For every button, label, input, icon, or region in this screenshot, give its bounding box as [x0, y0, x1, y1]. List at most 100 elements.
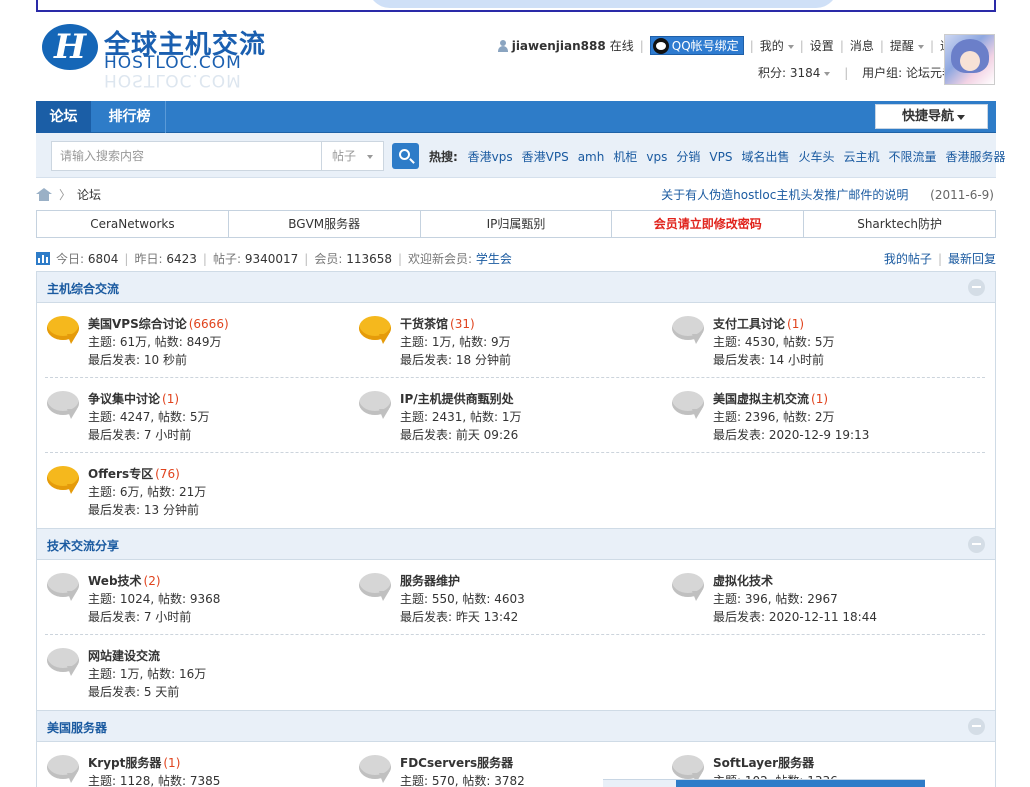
no-new-posts-bubble-icon[interactable] — [359, 573, 391, 601]
top-banner[interactable] — [36, 0, 996, 12]
forum-last-post[interactable]: 最后发表: 7 小时前 — [88, 608, 220, 626]
sponsor-link[interactable]: Sharktech防护 — [804, 211, 995, 237]
hot-search-keyword[interactable]: 香港服务器 — [946, 150, 1006, 164]
settings-link[interactable]: 设置 — [810, 37, 834, 54]
alerts-label: 提醒 — [889, 39, 914, 53]
no-new-posts-bubble-icon[interactable] — [47, 391, 79, 419]
forum-last-post[interactable]: 最后发表: 10 秒前 — [88, 351, 229, 369]
forum-name-link[interactable]: Offers专区 — [88, 467, 153, 481]
search-type-select[interactable]: 帖子 — [321, 141, 384, 171]
newest-member-link[interactable]: 学生会 — [476, 250, 512, 267]
nav-tab-ranking[interactable]: 排行榜 — [94, 101, 166, 133]
forum-last-post[interactable]: 最后发表: 18 分钟前 — [400, 351, 511, 369]
no-new-posts-bubble-icon[interactable] — [359, 391, 391, 419]
forum-today-count: (31) — [450, 317, 475, 331]
section-title[interactable]: 技术交流分享 — [47, 537, 119, 554]
breadcrumb-current[interactable]: 论坛 — [77, 186, 101, 203]
no-new-posts-bubble-icon[interactable] — [672, 573, 704, 601]
announcement-date: (2011-6-9) — [930, 188, 994, 202]
new-posts-bubble-icon[interactable] — [47, 316, 79, 344]
no-new-posts-bubble-icon[interactable] — [47, 573, 79, 601]
alerts-menu[interactable]: 提醒 — [890, 37, 924, 54]
forum-last-post[interactable]: 最后发表: 2020-12-11 18:44 — [713, 608, 877, 626]
no-new-posts-bubble-icon[interactable] — [672, 316, 704, 344]
chevron-down-icon — [917, 44, 924, 49]
members-label: 会员: — [314, 252, 343, 266]
username-link[interactable]: jiawenjian888 — [512, 39, 606, 53]
forum-stats: 主题: 6万, 帖数: 21万 — [88, 485, 207, 499]
forum-name-link[interactable]: FDCservers服务器 — [400, 756, 513, 770]
latest-replies-link[interactable]: 最新回复 — [948, 252, 996, 266]
forum-name-link[interactable]: Web技术 — [88, 574, 142, 588]
no-new-posts-bubble-icon[interactable] — [47, 648, 79, 676]
forum-name-link[interactable]: 争议集中讨论 — [88, 392, 160, 406]
forum-last-post[interactable]: 最后发表: 2020-12-9 19:13 — [713, 426, 869, 444]
messages-link[interactable]: 消息 — [850, 37, 874, 54]
divider: | — [304, 251, 309, 266]
points-menu[interactable]: 积分: 3184 — [758, 66, 831, 80]
forum-name-link[interactable]: 支付工具讨论 — [713, 317, 785, 331]
hot-search-keyword[interactable]: 不限流量 — [888, 150, 936, 164]
forum-last-post[interactable]: 最后发表: 5 天前 — [88, 683, 206, 701]
hot-search-keyword[interactable]: amh — [578, 150, 605, 164]
search-input[interactable]: 请输入搜索内容 — [51, 141, 321, 171]
forum-last-post[interactable]: 最后发表: 7 小时前 — [88, 426, 210, 444]
forum-name-link[interactable]: IP/主机提供商甄别处 — [400, 392, 514, 406]
collapse-icon[interactable] — [968, 279, 985, 296]
forum-name-link[interactable]: 虚拟化技术 — [713, 574, 773, 588]
my-posts-link[interactable]: 我的帖子 — [884, 252, 932, 266]
home-icon[interactable] — [36, 188, 52, 201]
usergroup-label: 用户组: 论坛元老 — [862, 66, 954, 80]
quick-nav-button[interactable]: 快捷导航 — [875, 104, 988, 129]
forum-name-link[interactable]: 服务器维护 — [400, 574, 460, 588]
section-body: Web技术 (2) 主题: 1024, 帖数: 9368 最后发表: 7 小时前 服务器… — [37, 560, 995, 710]
forum-name-link[interactable]: 美国虚拟主机交流 — [713, 392, 809, 406]
collapse-icon[interactable] — [968, 718, 985, 735]
no-new-posts-bubble-icon[interactable] — [47, 755, 79, 783]
qq-bind-button[interactable]: QQ帐号绑定 — [649, 36, 744, 55]
no-new-posts-bubble-icon[interactable] — [359, 755, 391, 783]
divider: | — [124, 251, 129, 266]
today-count: 6804 — [87, 251, 119, 266]
hot-search-keyword[interactable]: 火车头 — [798, 150, 834, 164]
search-button[interactable] — [392, 143, 419, 169]
avatar[interactable] — [944, 34, 995, 85]
hot-search-keyword[interactable]: VPS — [709, 150, 732, 164]
forum-last-post[interactable]: 最后发表: 前天 09:26 — [400, 426, 522, 444]
forum-name-link[interactable]: 网站建设交流 — [88, 649, 160, 663]
banner-graphic — [368, 0, 838, 8]
hot-search-keyword[interactable]: vps — [646, 150, 667, 164]
forum-name-link[interactable]: Krypt服务器 — [88, 756, 161, 770]
hot-search-keyword[interactable]: 域名出售 — [741, 150, 789, 164]
floating-bottom-bar[interactable] — [603, 779, 925, 787]
my-menu[interactable]: 我的 — [760, 37, 794, 54]
hot-search-keyword[interactable]: 香港VPS — [522, 150, 569, 164]
sponsor-link[interactable]: CeraNetworks — [37, 211, 229, 237]
forum-last-post[interactable]: 最后发表: 13 分钟前 — [88, 501, 206, 519]
new-posts-bubble-icon[interactable] — [47, 466, 79, 494]
forum-name-link[interactable]: 干货茶馆 — [400, 317, 448, 331]
divider: | — [749, 38, 754, 53]
nav-tab-forum[interactable]: 论坛 — [36, 101, 91, 133]
forum-name-link[interactable]: SoftLayer服务器 — [713, 756, 814, 770]
hot-search-keyword[interactable]: 香港vps — [468, 150, 513, 164]
sponsor-link[interactable]: BGVM服务器 — [229, 211, 421, 237]
sponsor-link[interactable]: 会员请立即修改密码 — [612, 211, 805, 237]
hot-search-label: 热搜: — [429, 150, 458, 164]
hot-search-keyword[interactable]: 分销 — [676, 150, 700, 164]
no-new-posts-bubble-icon[interactable] — [672, 755, 704, 783]
section-title[interactable]: 美国服务器 — [47, 719, 107, 736]
no-new-posts-bubble-icon[interactable] — [672, 391, 704, 419]
sponsor-link[interactable]: IP归属甄别 — [421, 211, 613, 237]
hot-search-keyword[interactable]: 机柜 — [613, 150, 637, 164]
forum-name-link[interactable]: 美国VPS综合讨论 — [88, 317, 187, 331]
announcement-link[interactable]: 关于有人伪造hostloc主机头发推广邮件的说明 — [661, 188, 908, 202]
forum-last-post[interactable]: 最后发表: 14 小时前 — [713, 351, 835, 369]
new-posts-bubble-icon[interactable] — [359, 316, 391, 344]
hot-search-keyword[interactable]: 云主机 — [843, 150, 879, 164]
forum-last-post[interactable]: 最后发表: 昨天 13:42 — [400, 608, 525, 626]
collapse-icon[interactable] — [968, 536, 985, 553]
online-status: 在线 — [609, 39, 634, 53]
section-title[interactable]: 主机综合交流 — [47, 280, 119, 297]
site-logo[interactable]: H 全球主机交流 HOSTLOC.COM HOSTLOC.COM — [42, 22, 287, 92]
